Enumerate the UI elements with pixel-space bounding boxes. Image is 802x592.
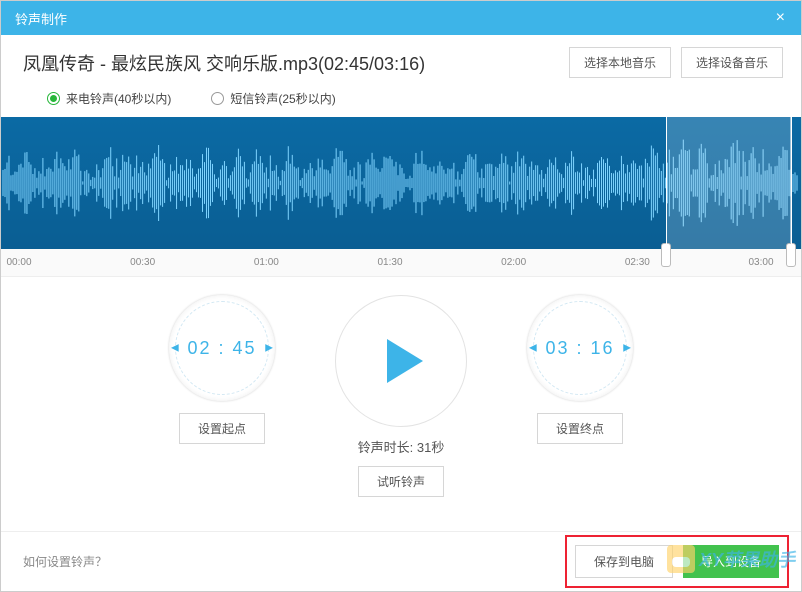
preview-button[interactable]: 试听铃声 bbox=[358, 466, 444, 497]
time-ruler: 00:00 00:30 01:00 01:30 02:00 02:30 03:00 bbox=[1, 249, 801, 277]
radio-dot-icon bbox=[211, 92, 224, 105]
ruler-tick: 02:00 bbox=[501, 257, 526, 268]
ruler-tick: 01:30 bbox=[377, 257, 402, 268]
footer: 如何设置铃声？ 保存到电脑 导入到设备 bbox=[1, 531, 801, 591]
end-time-dial[interactable]: ◀▶ 03 : 16 bbox=[527, 295, 633, 401]
help-link[interactable]: 如何设置铃声？ bbox=[23, 553, 107, 570]
select-device-music-button[interactable]: 选择设备音乐 bbox=[681, 47, 783, 78]
radio-dot-icon bbox=[47, 92, 60, 105]
header-buttons: 选择本地音乐 选择设备音乐 bbox=[569, 47, 783, 78]
radio-incoming[interactable]: 来电铃声(40秒以内) bbox=[47, 90, 171, 107]
dial-ring-icon bbox=[533, 301, 627, 395]
start-time-dial[interactable]: ◀▶ 02 : 45 bbox=[169, 295, 275, 401]
ruler-tick: 00:00 bbox=[6, 257, 31, 268]
ruler-tick: 01:00 bbox=[254, 257, 279, 268]
footer-buttons: 保存到电脑 导入到设备 bbox=[575, 545, 779, 578]
play-button[interactable] bbox=[335, 295, 467, 427]
radio-sms[interactable]: 短信铃声(25秒以内) bbox=[211, 90, 335, 107]
header: 凤凰传奇 - 最炫民族风 交响乐版.mp3(02:45/03:16) 选择本地音… bbox=[1, 35, 801, 86]
waveform[interactable] bbox=[1, 117, 801, 249]
duration-label: 铃声时长: 31秒 bbox=[358, 437, 445, 456]
end-dial-column: ◀▶ 03 : 16 设置终点 bbox=[527, 295, 633, 444]
ringtone-type-radios: 来电铃声(40秒以内) 短信铃声(25秒以内) bbox=[1, 86, 801, 117]
end-handle[interactable] bbox=[786, 243, 796, 267]
selection-overlay bbox=[666, 117, 791, 249]
play-icon bbox=[387, 339, 423, 383]
radio-incoming-label: 来电铃声(40秒以内) bbox=[66, 90, 171, 107]
set-start-button[interactable]: 设置起点 bbox=[179, 413, 265, 444]
set-end-button[interactable]: 设置终点 bbox=[537, 413, 623, 444]
select-local-music-button[interactable]: 选择本地音乐 bbox=[569, 47, 671, 78]
highlight-box bbox=[565, 535, 789, 588]
play-column: 铃声时长: 31秒 试听铃声 bbox=[335, 295, 467, 497]
title-bar: 铃声制作 × bbox=[1, 1, 801, 35]
start-dial-column: ◀▶ 02 : 45 设置起点 bbox=[169, 295, 275, 444]
close-icon[interactable]: × bbox=[770, 9, 791, 27]
file-title: 凤凰传奇 - 最炫民族风 交响乐版.mp3(02:45/03:16) bbox=[23, 50, 425, 76]
ruler-tick: 00:30 bbox=[130, 257, 155, 268]
window-title: 铃声制作 bbox=[15, 9, 67, 28]
ruler-tick: 02:30 bbox=[625, 257, 650, 268]
radio-sms-label: 短信铃声(25秒以内) bbox=[230, 90, 335, 107]
start-handle[interactable] bbox=[661, 243, 671, 267]
ruler-tick: 03:00 bbox=[748, 257, 773, 268]
dial-ring-icon bbox=[175, 301, 269, 395]
controls-row: ◀▶ 02 : 45 设置起点 铃声时长: 31秒 试听铃声 ◀▶ 03 : 1… bbox=[1, 277, 801, 505]
